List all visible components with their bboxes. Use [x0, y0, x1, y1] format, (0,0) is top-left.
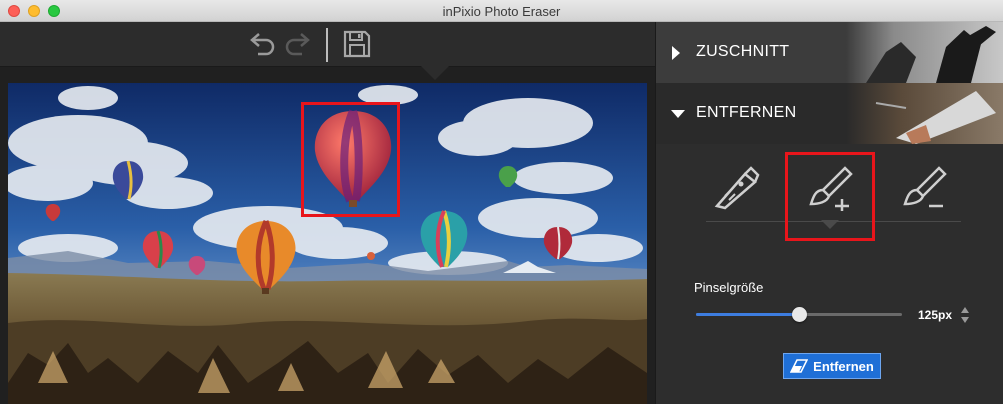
stepper-arrows-icon	[961, 307, 969, 323]
brush-size-slider[interactable]	[696, 307, 902, 322]
brush-size-label: Pinselgröße	[694, 280, 764, 295]
save-icon	[343, 30, 371, 58]
slider-thumb[interactable]	[792, 307, 807, 322]
top-toolbar	[0, 22, 655, 67]
undo-button[interactable]	[246, 28, 278, 60]
cutter-icon	[714, 166, 760, 210]
redo-icon	[285, 33, 310, 56]
remove-button[interactable]: Entfernen	[783, 353, 881, 379]
redo-button[interactable]	[282, 28, 314, 60]
brush-size-stepper[interactable]	[959, 304, 971, 326]
tool-cutter[interactable]	[706, 152, 766, 222]
remove-button-label: Entfernen	[813, 358, 874, 374]
selection-highlight-brush	[785, 152, 875, 241]
section-banner-hands	[846, 22, 1003, 83]
section-label-entfernen: ENTFERNEN	[696, 104, 797, 121]
collapsed-arrow-icon	[672, 46, 680, 60]
toolbar-notch	[421, 66, 449, 80]
section-banner-eraser	[846, 83, 1003, 144]
undo-icon	[250, 33, 275, 56]
section-label-zuschnitt: ZUSCHNITT	[696, 43, 790, 60]
slider-fill	[696, 313, 799, 316]
section-zuschnitt[interactable]: ZUSCHNITT	[656, 22, 1003, 83]
eraser-icon	[790, 359, 809, 373]
brush-size-value: 125px	[918, 308, 953, 322]
side-panel: ZUSCHNITT ENTFERNEN Pinselgröße 125px En…	[655, 22, 1003, 404]
title-bar: inPixio Photo Eraser	[0, 0, 1003, 22]
selection-highlight-balloon	[301, 102, 400, 217]
save-button[interactable]	[341, 28, 373, 60]
section-entfernen[interactable]: ENTFERNEN	[656, 83, 1003, 144]
toolbar-divider	[326, 28, 328, 62]
tool-brush-remove[interactable]	[894, 152, 954, 222]
brush-remove-icon	[903, 166, 947, 208]
expanded-arrow-icon	[671, 110, 685, 118]
window-title: inPixio Photo Eraser	[442, 4, 561, 19]
